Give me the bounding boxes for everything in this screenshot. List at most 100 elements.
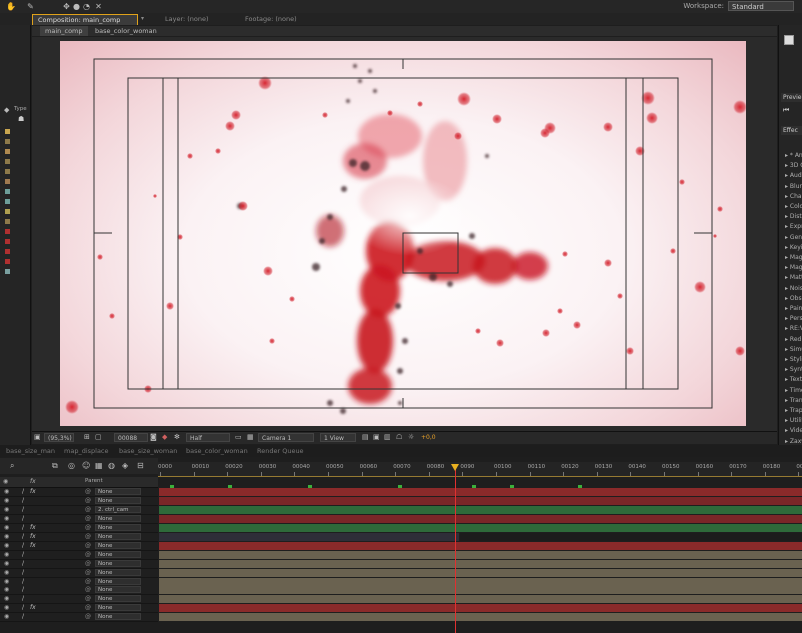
layer-duration-bar[interactable] bbox=[159, 541, 802, 550]
pick-whip-icon[interactable]: @ bbox=[85, 551, 91, 558]
comp-mini-flowchart-icon[interactable]: ⧉ bbox=[52, 461, 58, 471]
pick-whip-icon[interactable]: @ bbox=[85, 542, 91, 549]
subtab-main-comp[interactable]: main_comp bbox=[40, 26, 88, 36]
eye-icon[interactable]: ◉ bbox=[4, 551, 9, 558]
eye-icon[interactable]: ◉ bbox=[4, 569, 9, 576]
pick-whip-icon[interactable]: @ bbox=[85, 605, 91, 611]
close-icon[interactable]: ▾ bbox=[141, 15, 144, 22]
pick-whip-icon[interactable]: @ bbox=[85, 560, 91, 567]
pick-whip-icon[interactable]: @ bbox=[85, 524, 91, 531]
effect-category-item[interactable]: ▸ Pers bbox=[785, 315, 802, 322]
layer-duration-bar[interactable] bbox=[159, 604, 802, 613]
quality-switch-icon[interactable]: / bbox=[22, 604, 24, 611]
pick-whip-icon[interactable]: @ bbox=[85, 506, 91, 513]
pick-whip-icon[interactable]: @ bbox=[85, 569, 91, 576]
ellipse-tool-icon[interactable]: ● bbox=[72, 2, 81, 11]
resolution-dropdown[interactable]: Half bbox=[186, 433, 230, 442]
quality-switch-icon[interactable]: / bbox=[22, 506, 24, 513]
effect-category-item[interactable]: ▸ Distc bbox=[785, 213, 802, 220]
effect-category-item[interactable]: ▸ * An bbox=[785, 152, 802, 159]
show-snapshot-icon[interactable]: ◆ bbox=[162, 433, 167, 441]
region-of-interest-icon[interactable]: ▭ bbox=[235, 433, 242, 441]
quality-switch-icon[interactable]: / bbox=[22, 488, 24, 495]
exposure-icon[interactable]: ☼ bbox=[408, 433, 414, 441]
quality-switch-icon[interactable]: / bbox=[22, 551, 24, 558]
tab-map-displace[interactable]: map_displace bbox=[60, 446, 113, 456]
frame-blending-icon[interactable]: ▦ bbox=[95, 461, 103, 470]
eye-icon[interactable]: ◉ bbox=[4, 515, 9, 522]
quality-switch-icon[interactable]: / bbox=[22, 542, 24, 549]
layer-duration-bar[interactable] bbox=[159, 505, 802, 514]
fast-previews-icon[interactable]: ▣ bbox=[373, 433, 380, 441]
layer-row[interactable]: ◉ / fx @ None bbox=[0, 523, 158, 533]
effect-category-item[interactable]: ▸ Magi bbox=[785, 254, 802, 261]
composition-canvas[interactable] bbox=[60, 41, 746, 426]
layer-duration-bar[interactable] bbox=[159, 586, 802, 595]
parent-dropdown[interactable]: None bbox=[95, 523, 141, 531]
effect-category-item[interactable]: ▸ Colo bbox=[785, 203, 802, 210]
quality-switch-icon[interactable]: / bbox=[22, 578, 24, 585]
quality-switch-icon[interactable]: / bbox=[22, 595, 24, 602]
camera-view-dropdown[interactable]: Camera 1 bbox=[258, 433, 314, 442]
brainstorm-icon[interactable]: ⊟ bbox=[137, 461, 144, 470]
parent-dropdown[interactable]: None bbox=[95, 613, 141, 621]
layer-duration-bar[interactable] bbox=[159, 514, 802, 523]
layer-row[interactable]: ◉ / @ None bbox=[0, 568, 158, 578]
grid-icon[interactable]: ⊞ bbox=[84, 433, 90, 441]
fx-switch[interactable]: fx bbox=[30, 524, 36, 531]
marker[interactable] bbox=[170, 485, 174, 488]
pan-behind-tool-icon[interactable]: ✥ bbox=[62, 2, 71, 11]
pick-whip-icon[interactable]: @ bbox=[85, 489, 91, 495]
shy-layers-icon[interactable]: ☺ bbox=[82, 461, 90, 470]
work-area-bar[interactable] bbox=[158, 476, 802, 477]
quality-switch-icon[interactable]: / bbox=[22, 569, 24, 576]
eye-icon[interactable]: ◉ bbox=[4, 542, 9, 549]
layer-duration-bar[interactable] bbox=[159, 613, 802, 622]
marker[interactable] bbox=[398, 485, 402, 488]
parent-dropdown[interactable]: None bbox=[95, 541, 141, 549]
layer-duration-bar[interactable] bbox=[159, 488, 802, 496]
effects-panel-header[interactable]: Effec bbox=[781, 126, 802, 135]
toggle-pixel-aspect-icon[interactable]: ▤ bbox=[362, 433, 369, 441]
parent-dropdown[interactable]: None bbox=[95, 514, 141, 522]
effect-category-item[interactable]: ▸ Vide bbox=[785, 427, 802, 434]
tab-layer[interactable]: Layer: (none) bbox=[160, 14, 230, 25]
effect-category-item[interactable]: ▸ Chan bbox=[785, 193, 802, 200]
tab-composition[interactable]: Composition: main_comp bbox=[32, 14, 138, 25]
parent-dropdown[interactable]: 2. ctrl_cam bbox=[95, 505, 141, 513]
workspace-dropdown[interactable]: Standard bbox=[728, 1, 794, 11]
eye-icon[interactable]: ◉ bbox=[4, 604, 9, 611]
axis-tool-icon[interactable]: ✕ bbox=[94, 2, 103, 11]
channels-icon[interactable]: ✻ bbox=[174, 433, 180, 441]
mask-visibility-icon[interactable]: ▢ bbox=[95, 433, 102, 441]
eye-icon[interactable]: ◉ bbox=[4, 560, 9, 567]
quality-switch-icon[interactable]: / bbox=[22, 613, 24, 620]
eye-icon[interactable]: ◉ bbox=[4, 506, 9, 513]
parent-dropdown[interactable]: None bbox=[95, 586, 141, 594]
fx-switch[interactable]: fx bbox=[30, 533, 36, 540]
layer-duration-bar[interactable] bbox=[159, 496, 802, 505]
layer-duration-bar[interactable] bbox=[159, 559, 802, 568]
first-frame-icon[interactable]: ⏮ bbox=[783, 106, 789, 115]
eye-icon[interactable]: ◉ bbox=[4, 497, 9, 504]
effect-category-item[interactable]: ▸ Keyi bbox=[785, 244, 802, 251]
marker[interactable] bbox=[308, 485, 312, 488]
quality-switch-icon[interactable]: / bbox=[22, 524, 24, 531]
layer-row[interactable]: ◉ / fx @ None bbox=[0, 541, 158, 551]
layer-duration-bar[interactable] bbox=[159, 532, 459, 541]
parent-dropdown[interactable]: None bbox=[95, 496, 141, 504]
effect-category-item[interactable]: ▸ RE:V bbox=[785, 325, 802, 332]
layer-row[interactable]: ◉ / @ None bbox=[0, 613, 158, 623]
flowchart-icon[interactable]: ☖ bbox=[396, 433, 402, 441]
draft-3d-icon[interactable]: ◎ bbox=[68, 461, 75, 470]
tab-render-queue[interactable]: Render Queue bbox=[253, 446, 308, 456]
fx-switch[interactable]: fx bbox=[30, 488, 36, 495]
magnification-dropdown[interactable]: (95,3%) bbox=[44, 433, 74, 442]
layer-row[interactable]: ◉ / fx @ None bbox=[0, 532, 158, 542]
fx-switch[interactable]: fx bbox=[30, 604, 36, 611]
tab-base-color-woman[interactable]: base_color_woman bbox=[182, 446, 252, 456]
parent-dropdown[interactable]: None bbox=[95, 604, 141, 612]
layer-row[interactable]: ◉ / @ None bbox=[0, 550, 158, 560]
effect-category-item[interactable]: ▸ Expr bbox=[785, 223, 802, 230]
quality-switch-icon[interactable]: / bbox=[22, 497, 24, 504]
